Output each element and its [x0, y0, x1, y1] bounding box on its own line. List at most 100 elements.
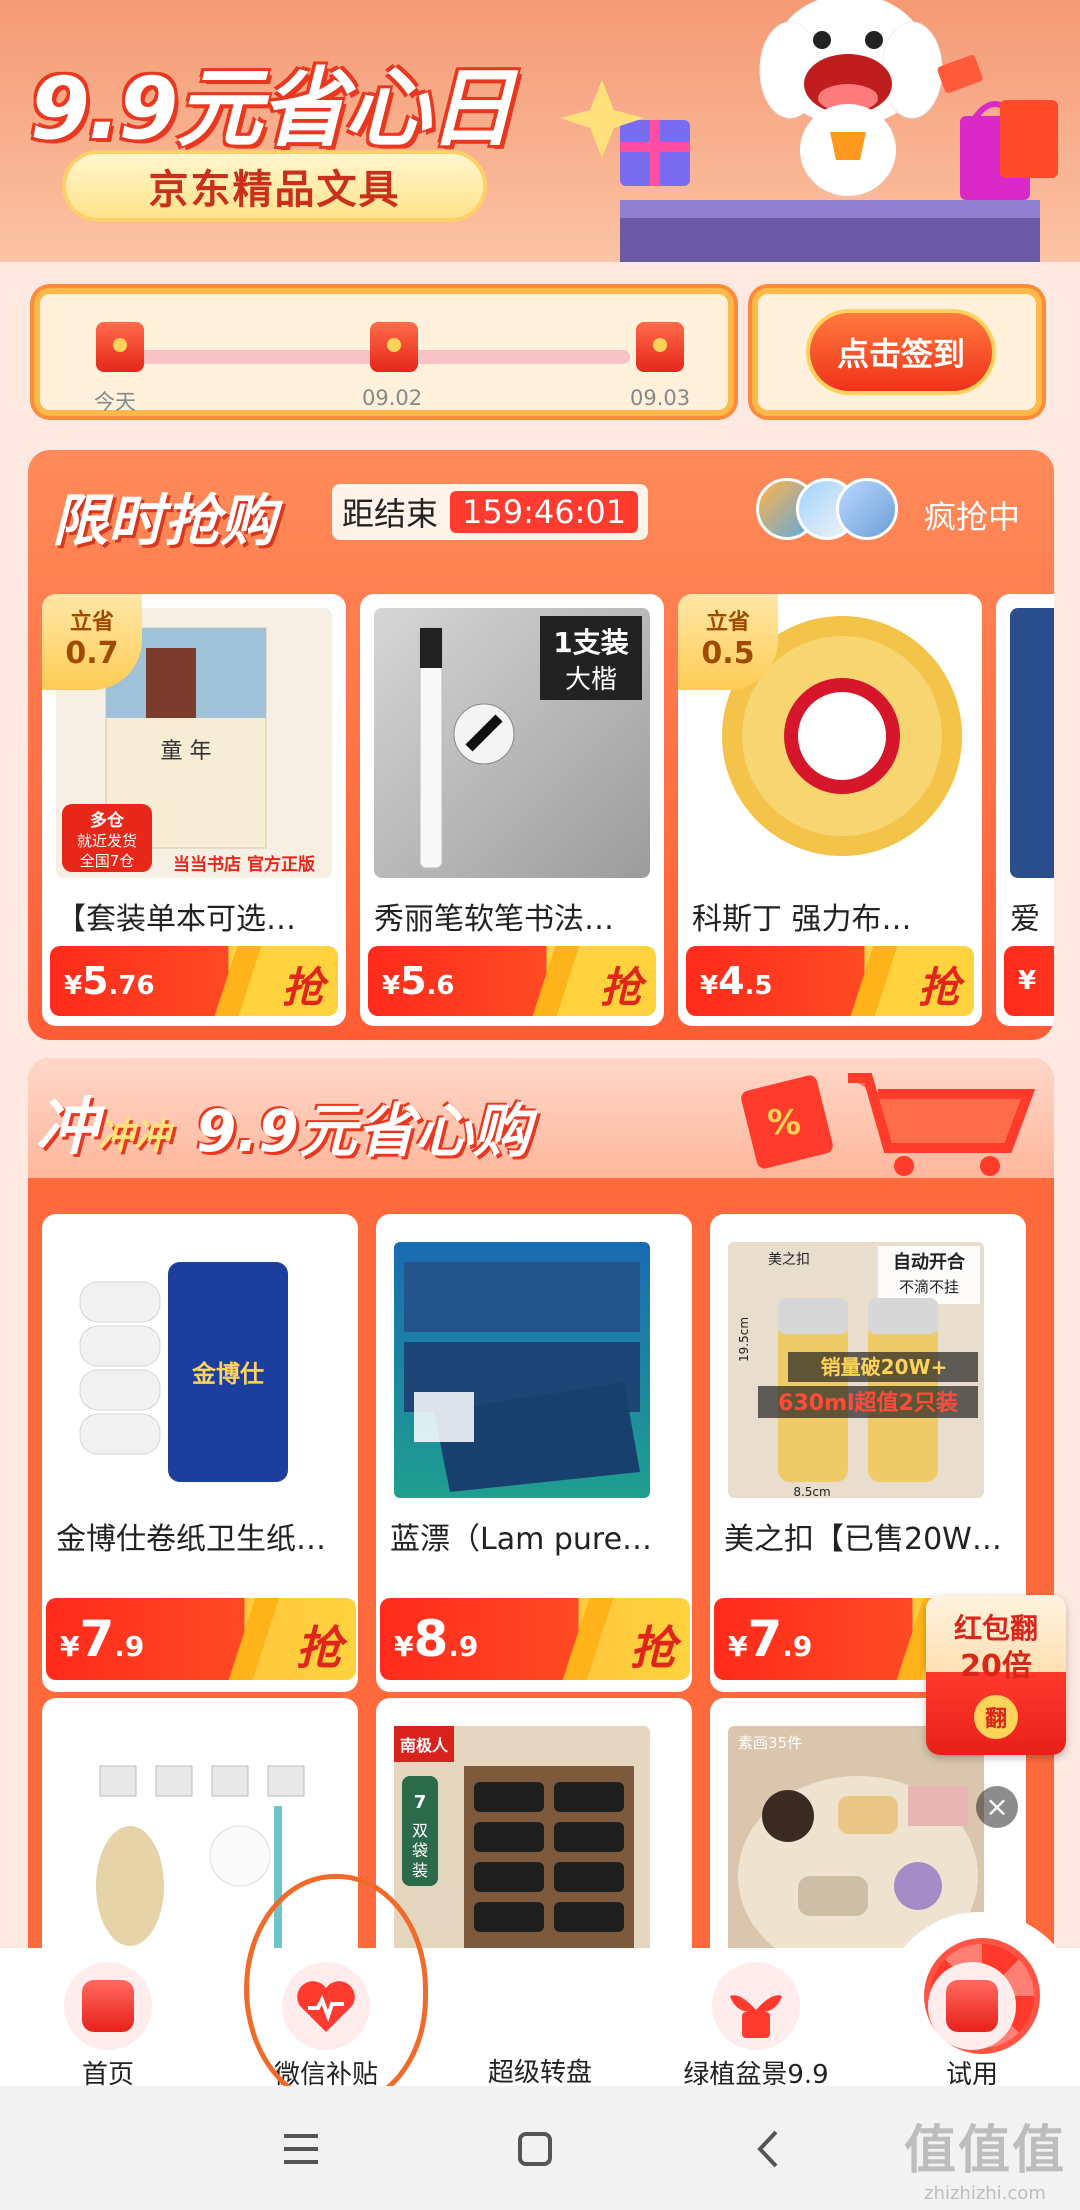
heart-pulse-icon-shape [297, 1981, 355, 2032]
banner-subtitle: 京东精品文具 [62, 150, 487, 222]
grab-button[interactable]: 抢 [296, 1612, 342, 1678]
buy-bar[interactable]: ¥ [1004, 946, 1054, 1016]
nav-item-plants[interactable]: 绿植盆景9.9 [656, 1948, 856, 2090]
product-name: 金博仕卷纸卫生纸… [56, 1522, 326, 1557]
heart-pulse-icon [282, 1962, 370, 2050]
price-integer: 4 [718, 959, 745, 1003]
grab-button[interactable]: 抢 [630, 1612, 676, 1678]
banner-title: 9.9元省心日 [30, 59, 514, 159]
percent-badge-text: % [767, 1103, 801, 1143]
pack-tag-text: 7 [414, 1792, 427, 1813]
grab-button[interactable]: 抢 [600, 954, 642, 1015]
close-floating-packet-button[interactable]: × [976, 1786, 1018, 1828]
price-decimal: .5 [744, 971, 773, 1001]
pack-tag-text: 袋 [412, 1841, 428, 1860]
price: ¥7.9 [46, 1610, 144, 1668]
bolt-icon [562, 1598, 614, 1680]
home-icon [64, 1962, 152, 2050]
product-name: 爱 [1010, 902, 1040, 937]
price-symbol: ¥ [60, 1630, 80, 1663]
menu-button[interactable] [266, 2114, 336, 2184]
nav-label: 超级转盘 [487, 2058, 592, 2088]
price-integer: 5 [400, 959, 427, 1003]
image-dimension-text: 8.5cm [793, 1485, 830, 1498]
tag-text: 1支装 [553, 626, 628, 659]
product-image: 南极人 7 双 袋 装 [394, 1726, 650, 1958]
product-image: 金博仕 [60, 1242, 316, 1498]
menu-icon [284, 2134, 318, 2164]
bolt-icon [850, 946, 898, 1016]
grab-button[interactable]: 抢 [282, 954, 324, 1015]
deal-product-card[interactable] [42, 1698, 358, 1958]
product-name: 秀丽笔软笔书法… [374, 902, 614, 937]
checkin-day-label: 今天 [94, 390, 136, 414]
floating-red-packet[interactable]: 红包翻 20倍 翻 [926, 1595, 1066, 1755]
grab-button[interactable]: 抢 [918, 954, 960, 1015]
top-banner: 9.9元省心日 京东精品文具 [0, 0, 1080, 262]
product-image [60, 1726, 316, 1958]
tissue-box-illustration [404, 1262, 640, 1492]
tag-text: 大楷 [565, 665, 617, 695]
nav-item-wechat-subsidy[interactable]: 微信补贴 [226, 1948, 426, 2090]
flash-product-card[interactable]: 爱 ¥ [996, 594, 1054, 1026]
save-label: 立省 [705, 610, 750, 635]
price-decimal: .6 [426, 971, 455, 1001]
promo-text: 多仓 [90, 810, 125, 831]
nav-item-home[interactable]: 首页 [8, 1948, 208, 2090]
brush-pen-illustration: 1支装 大楷 [419, 616, 642, 869]
save-badge: 立省 0.5 [678, 594, 778, 690]
price-integer: 7 [79, 1610, 115, 1668]
plant-icon [712, 1962, 800, 2050]
nav-item-super-wheel[interactable]: 超级转盘 [440, 1912, 1080, 2112]
deal-product-card[interactable]: 蓝漂（Lam pure… ¥8.9 抢 [376, 1214, 692, 1692]
flash-product-card[interactable]: 童 年 多仓 就近发货 全国7仓 当当书店 官方正版 立省 0.7 【套装单本可… [42, 594, 346, 1026]
buy-bar[interactable]: ¥7.9 抢 [46, 1598, 356, 1680]
mascot-dog-illustration [560, 0, 1058, 262]
countdown-time: 159:46:01 [450, 491, 639, 533]
buy-bar[interactable]: ¥5.76 抢 [50, 946, 338, 1016]
red-packet-icon [96, 322, 144, 372]
back-button[interactable] [734, 2114, 804, 2184]
buy-bar[interactable]: ¥4.5 抢 [686, 946, 974, 1016]
checkin-button[interactable]: 点击签到 [806, 309, 996, 395]
flash-product-card[interactable]: 1支装 大楷 秀丽笔软笔书法… ¥5.6 抢 [360, 594, 664, 1026]
product-name: 科斯丁 强力布… [692, 902, 912, 937]
flash-sale-status: 疯抢中 [924, 498, 1021, 536]
price-integer: 5 [82, 959, 109, 1003]
buy-bar[interactable]: ¥8.9 抢 [380, 1598, 690, 1680]
bolt-icon [532, 946, 580, 1016]
pack-tag-text: 装 [412, 1861, 428, 1880]
price: ¥5.76 [50, 959, 155, 1003]
flash-product-card[interactable]: 立省 0.5 科斯丁 强力布… ¥4.5 抢 [678, 594, 982, 1026]
buy-bar[interactable]: ¥5.6 抢 [368, 946, 656, 1016]
deal-99-tag-big: 冲 [36, 1090, 99, 1163]
deal-product-card[interactable]: 金博仕 金博仕卷纸卫生纸… ¥7.9 抢 [42, 1214, 358, 1692]
checkin-day-label: 09.03 [630, 386, 691, 410]
price: ¥ [1004, 966, 1036, 996]
wall-hooks-illustration [96, 1765, 305, 1958]
flash-sale-title: 限时抢购 [52, 489, 276, 554]
oil-bottle-illustration: 美之扣 自动开合 不滴不挂 销量破20W+ 630ml超值2只装 19.5cm … [737, 1246, 980, 1499]
save-amount: 0.7 [65, 636, 119, 671]
save-label: 立省 [69, 610, 114, 635]
price-symbol: ¥ [1018, 966, 1037, 996]
price-decimal: .9 [114, 1630, 145, 1663]
toilet-paper-illustration: 金博仕 [79, 1262, 288, 1482]
home-button[interactable] [500, 2114, 570, 2184]
product-image [394, 1242, 650, 1498]
bolt-icon [214, 946, 262, 1016]
nav-item-trial[interactable]: 试用 [872, 1948, 1072, 2090]
product-name: 蓝漂（Lam pure… [390, 1522, 653, 1557]
price-decimal: .9 [448, 1630, 479, 1663]
pack-tag-text: 双 [412, 1821, 428, 1840]
book-title-text: 童 年 [161, 739, 212, 764]
shop-tag-text: 当当书店 官方正版 [173, 854, 315, 875]
red-packet-icon [636, 322, 684, 372]
checkin-day-label: 09.02 [362, 386, 423, 410]
image-banner-text: 630ml超值2只装 [778, 1390, 958, 1416]
deal-product-card[interactable]: 南极人 7 双 袋 装 [376, 1698, 692, 1958]
price-decimal: .76 [108, 971, 155, 1001]
deal-99-section: 冲冲冲 9.9元省心购 % 金博仕 金博仕卷纸卫生纸… ¥7.9 抢 蓝漂（La… [28, 1058, 1054, 1958]
product-name: 【套装单本可选… [56, 902, 296, 937]
checkin-progress-panel: 今天 09.02 09.03 [34, 288, 734, 416]
